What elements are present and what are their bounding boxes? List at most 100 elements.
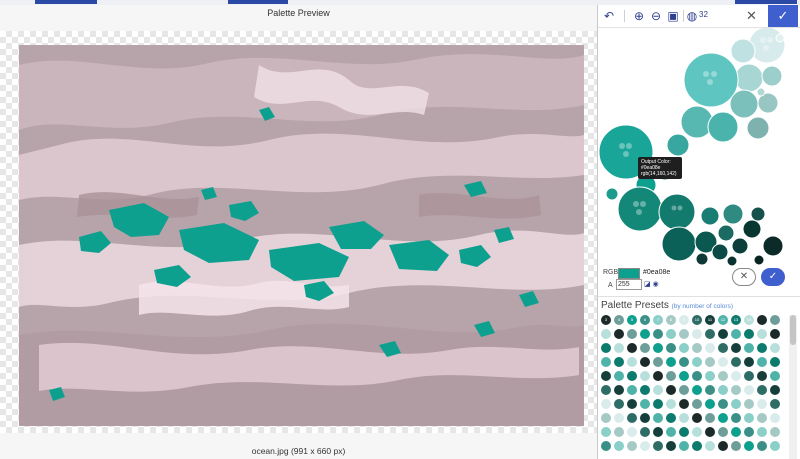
preset-swatch[interactable] <box>770 357 780 367</box>
preset-swatch[interactable] <box>744 371 754 381</box>
preset-swatch[interactable]: 6 <box>640 315 650 325</box>
hex-value[interactable]: #0ea08e <box>643 269 670 276</box>
preset-swatch[interactable] <box>744 343 754 353</box>
preset-swatch[interactable] <box>640 371 650 381</box>
eye-icon[interactable]: ◉ <box>653 281 659 288</box>
preset-swatch[interactable] <box>757 413 767 423</box>
preset-swatch[interactable] <box>614 385 624 395</box>
preset-swatch[interactable] <box>744 413 754 423</box>
preset-swatch[interactable] <box>627 329 637 339</box>
palette-icon[interactable]: ◍ <box>685 9 699 23</box>
preset-swatch[interactable]: 4 <box>614 315 624 325</box>
color-bubble-chart[interactable] <box>598 26 800 268</box>
preset-swatch[interactable] <box>744 357 754 367</box>
preset-swatch[interactable] <box>653 371 663 381</box>
preset-swatch[interactable] <box>601 399 611 409</box>
preset-swatch[interactable] <box>705 357 715 367</box>
preset-swatch[interactable] <box>692 357 702 367</box>
preset-swatch[interactable] <box>757 357 767 367</box>
preset-swatch[interactable] <box>770 427 780 437</box>
preset-swatch[interactable] <box>757 343 767 353</box>
preset-swatch[interactable] <box>679 357 689 367</box>
apply-color-button[interactable]: ✓ <box>761 268 785 286</box>
preset-swatch[interactable] <box>679 427 689 437</box>
preset-swatch[interactable] <box>666 413 676 423</box>
preset-swatch[interactable] <box>640 329 650 339</box>
zoom-in-icon[interactable]: ⊕ <box>632 9 646 23</box>
preset-swatch[interactable] <box>718 427 728 437</box>
preset-swatch[interactable] <box>614 441 624 451</box>
preset-swatch[interactable] <box>731 413 741 423</box>
preset-swatch[interactable] <box>705 399 715 409</box>
preset-swatch[interactable] <box>718 343 728 353</box>
preset-swatch[interactable] <box>718 413 728 423</box>
preset-swatch[interactable] <box>705 329 715 339</box>
preset-swatch[interactable] <box>692 329 702 339</box>
preset-swatch[interactable] <box>718 441 728 451</box>
color-swatch[interactable] <box>618 268 640 279</box>
preset-swatch[interactable] <box>614 399 624 409</box>
preset-swatch[interactable]: 8 <box>666 315 676 325</box>
preset-swatch[interactable] <box>666 385 676 395</box>
preset-swatch[interactable] <box>601 357 611 367</box>
preset-swatch[interactable] <box>718 371 728 381</box>
preset-swatch[interactable] <box>653 413 663 423</box>
preset-swatch[interactable] <box>666 329 676 339</box>
preset-swatch[interactable]: 3 <box>601 315 611 325</box>
preset-swatch[interactable] <box>640 427 650 437</box>
preset-swatch[interactable] <box>770 343 780 353</box>
preset-swatch[interactable] <box>692 385 702 395</box>
preset-swatch[interactable] <box>770 399 780 409</box>
preset-swatch[interactable] <box>601 427 611 437</box>
preset-swatch[interactable] <box>679 441 689 451</box>
preset-swatch[interactable] <box>718 399 728 409</box>
preset-swatch[interactable] <box>757 385 767 395</box>
preset-swatch[interactable]: 12 <box>718 315 728 325</box>
preset-swatch[interactable] <box>653 343 663 353</box>
confirm-button[interactable]: ✓ <box>768 5 798 27</box>
preset-swatch[interactable] <box>757 441 767 451</box>
preset-swatch[interactable] <box>653 329 663 339</box>
preset-swatch[interactable] <box>718 357 728 367</box>
preset-swatch[interactable] <box>731 357 741 367</box>
preset-swatch[interactable] <box>601 329 611 339</box>
preset-swatch[interactable] <box>731 343 741 353</box>
preset-swatch[interactable] <box>627 357 637 367</box>
preset-swatch[interactable]: 7 <box>653 315 663 325</box>
preset-swatch[interactable] <box>770 329 780 339</box>
preset-swatch[interactable] <box>731 329 741 339</box>
preset-swatch[interactable] <box>653 399 663 409</box>
preview-image[interactable] <box>19 45 584 426</box>
preset-swatch[interactable] <box>679 329 689 339</box>
preset-swatch[interactable] <box>653 385 663 395</box>
preset-swatch[interactable] <box>627 413 637 423</box>
preset-swatch[interactable] <box>614 413 624 423</box>
preset-swatch[interactable] <box>640 385 650 395</box>
preset-swatch[interactable] <box>640 413 650 423</box>
preset-swatch[interactable]: 11 <box>705 315 715 325</box>
preset-swatch[interactable] <box>601 413 611 423</box>
preset-swatch[interactable] <box>653 441 663 451</box>
preset-swatch[interactable] <box>705 441 715 451</box>
preset-swatch[interactable] <box>770 441 780 451</box>
preset-swatch[interactable] <box>757 315 767 325</box>
preset-swatch[interactable] <box>744 441 754 451</box>
scroll-thumb[interactable] <box>790 315 796 345</box>
preset-swatch[interactable] <box>679 371 689 381</box>
preset-swatch[interactable] <box>653 427 663 437</box>
preset-swatch[interactable] <box>640 343 650 353</box>
preset-swatch[interactable] <box>627 385 637 395</box>
preset-swatch[interactable] <box>666 371 676 381</box>
preset-swatch[interactable] <box>705 427 715 437</box>
preset-scrollbar[interactable] <box>789 315 797 459</box>
preset-swatch[interactable] <box>640 441 650 451</box>
preset-swatch[interactable] <box>692 371 702 381</box>
preset-swatch[interactable] <box>718 385 728 395</box>
lock-icon[interactable]: ◪ <box>644 281 651 288</box>
preset-swatch[interactable] <box>601 371 611 381</box>
preset-swatch[interactable]: 14 <box>744 315 754 325</box>
undo-icon[interactable]: ↶ <box>602 9 616 23</box>
preset-swatch[interactable]: 13 <box>731 315 741 325</box>
preset-swatch[interactable] <box>679 413 689 423</box>
preset-swatch[interactable] <box>770 315 780 325</box>
